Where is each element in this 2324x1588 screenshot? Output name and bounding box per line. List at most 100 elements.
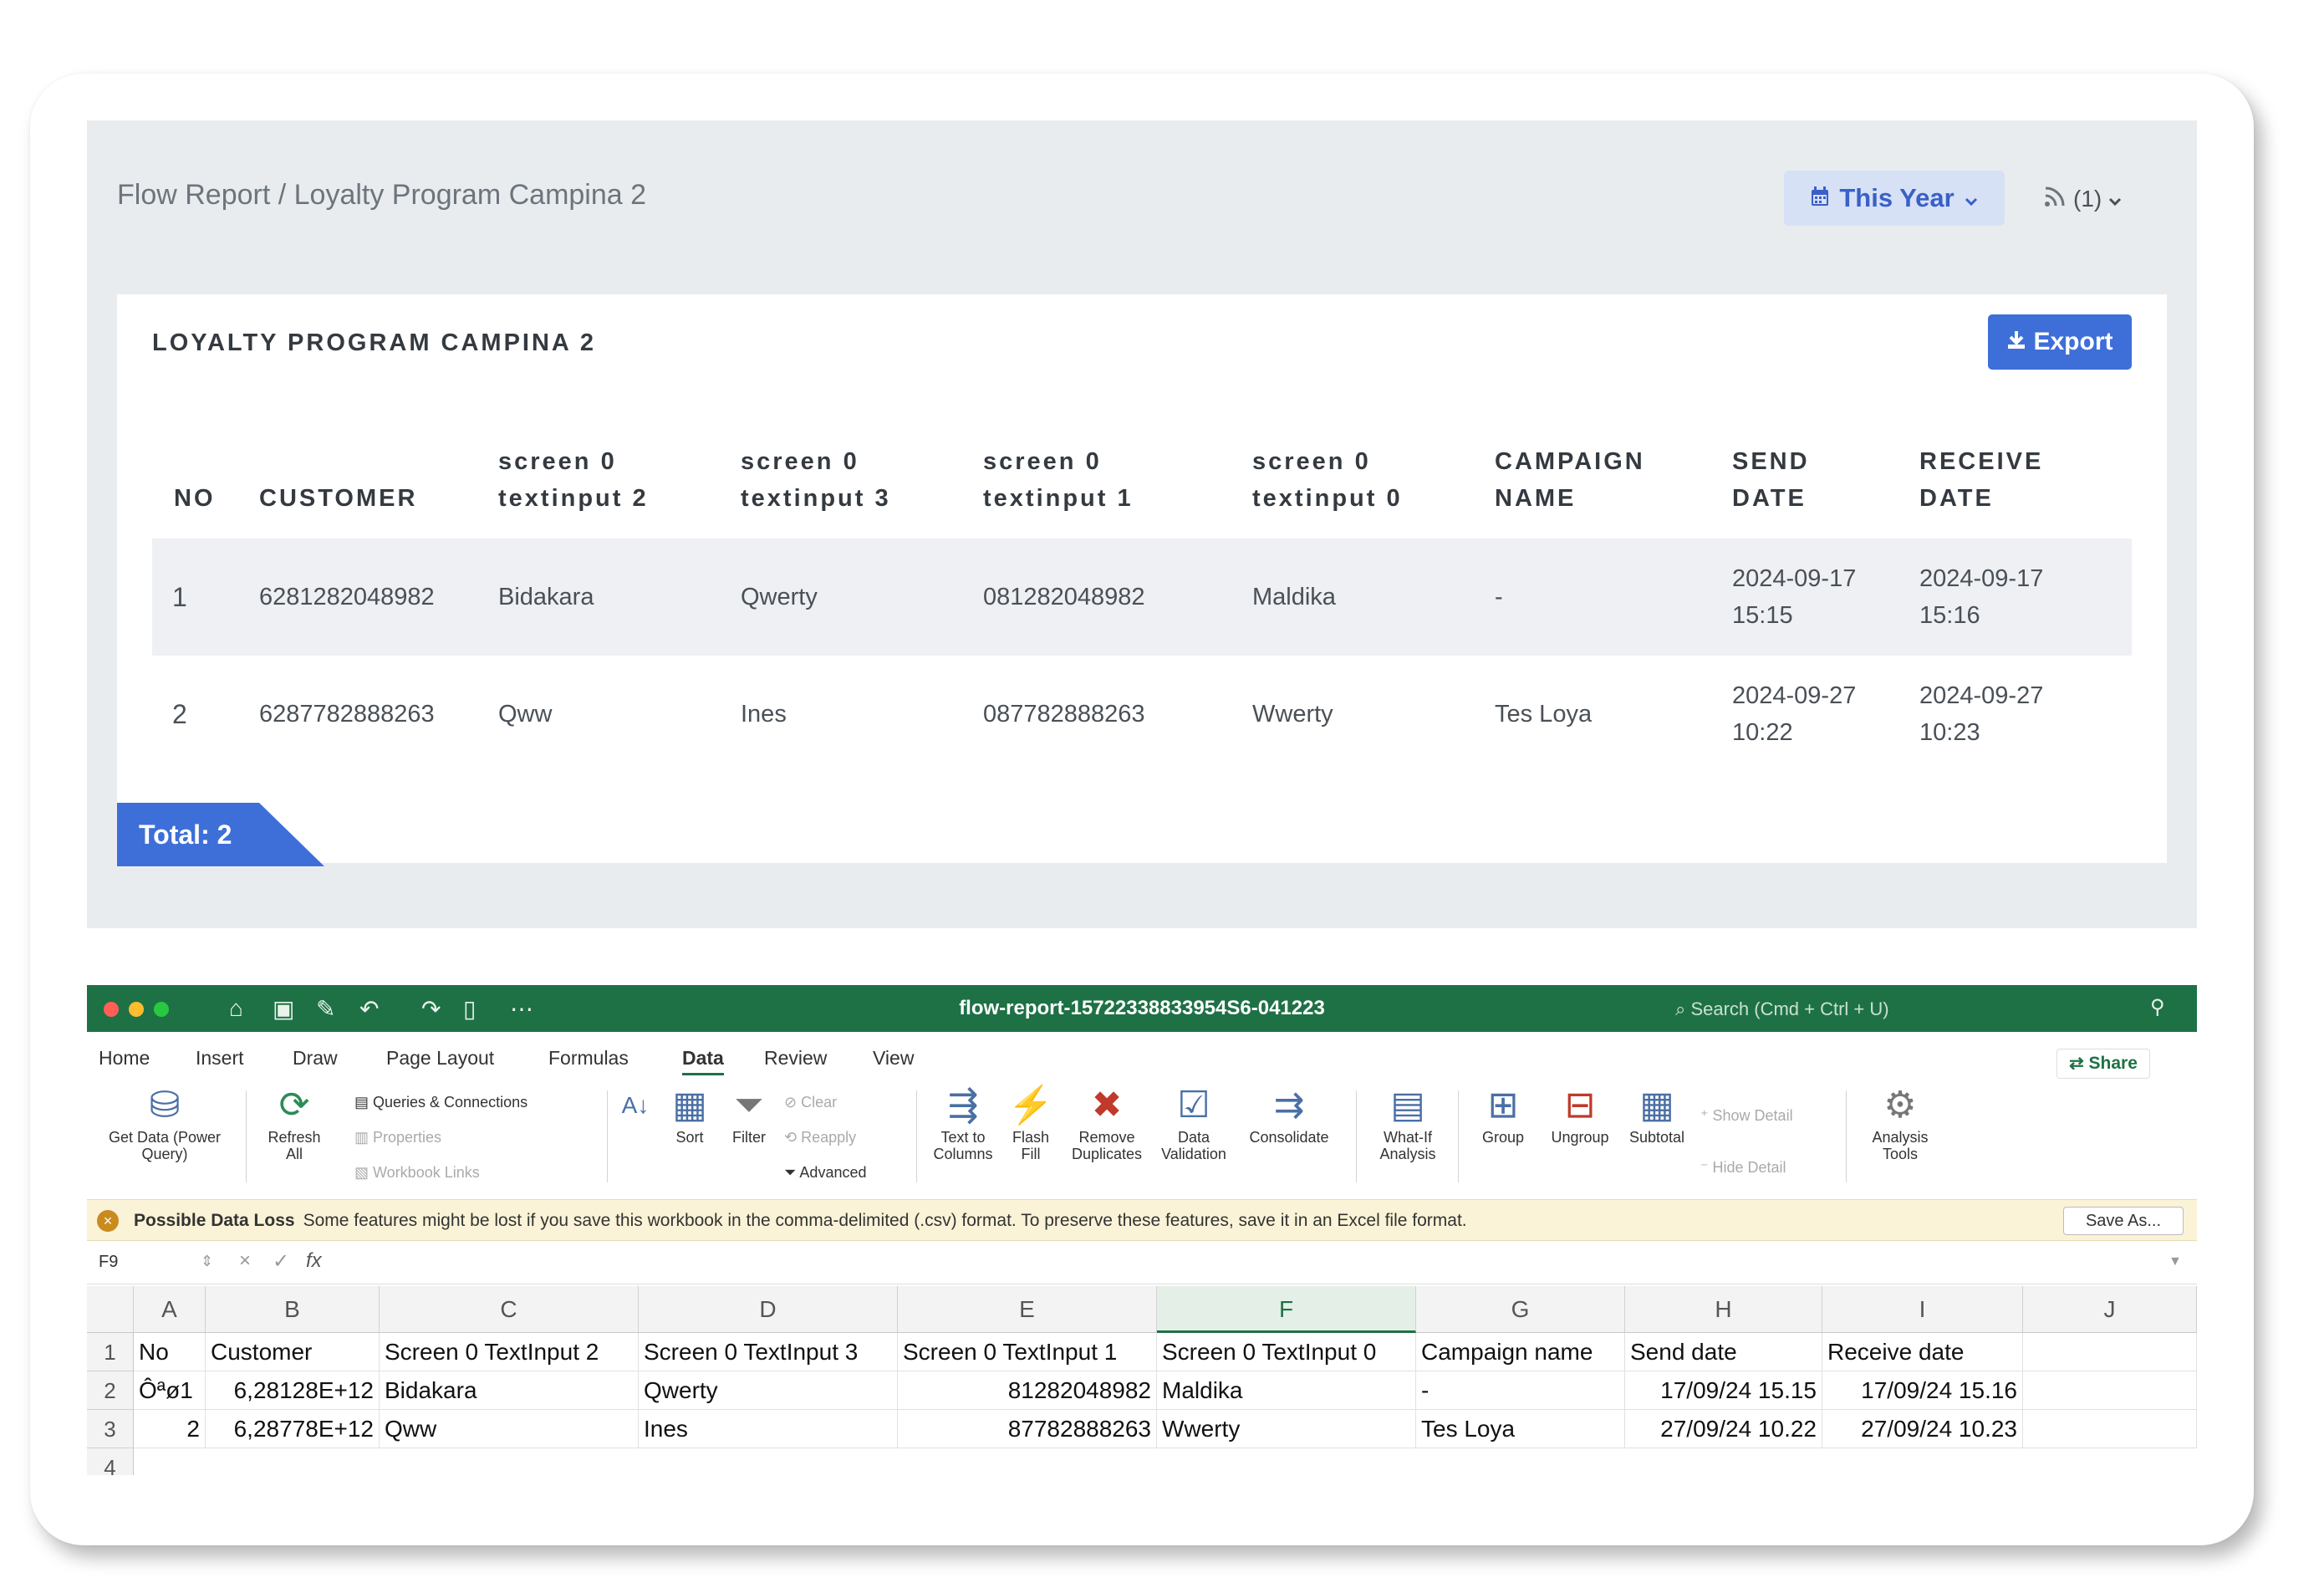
subtotal-button[interactable]: ▦ Subtotal [1623,1082,1690,1146]
column-header[interactable]: H [1625,1286,1822,1333]
queries-connections-button[interactable]: ▤ Queries & Connections [354,1094,527,1111]
cell[interactable]: Ôªø1 [134,1371,206,1410]
row-header[interactable]: 2 [87,1371,134,1410]
cell[interactable]: 17/09/24 15.15 [1625,1371,1822,1410]
cell[interactable]: Tes Loya [1416,1410,1625,1448]
column-header[interactable]: E [898,1286,1157,1333]
show-detail-button[interactable]: ⁺ Show Detail [1700,1107,1793,1125]
cell[interactable]: - [1416,1371,1625,1410]
row-header[interactable]: 1 [87,1333,134,1371]
tab-view[interactable]: View [873,1047,914,1070]
advanced-filter-button[interactable]: ⏷ Advanced [784,1164,866,1182]
clear-icon: ⊘ [784,1094,802,1111]
cell[interactable]: Screen 0 TextInput 1 [898,1333,1157,1371]
name-box-stepper-icon[interactable]: ⇕ [201,1253,213,1270]
row-header[interactable]: 4 [87,1448,134,1475]
flow-report-page: Flow Report / Loyalty Program Campina 2 … [87,120,2197,928]
ungroup-icon: ⊟ [1564,1085,1596,1126]
cell[interactable]: 81282048982 [898,1371,1157,1410]
cell[interactable]: Screen 0 TextInput 2 [380,1333,639,1371]
filter-icon: ⏷ [734,1085,764,1126]
cell[interactable]: 2 [134,1410,206,1448]
reapply-button[interactable]: ⟲ Reapply [784,1129,856,1146]
cell[interactable]: Bidakara [380,1371,639,1410]
textinput-3-cell: Ines [741,701,787,728]
tab-review[interactable]: Review [764,1047,827,1070]
column-header-selected[interactable]: F [1157,1286,1416,1333]
campaign-cell: Tes Loya [1495,701,1593,728]
filter-button[interactable]: ⏷ Filter [722,1082,776,1146]
cell[interactable]: 17/09/24 15.16 [1822,1371,2023,1410]
confirm-icon[interactable]: ✓ [273,1249,289,1274]
group-button[interactable]: ⊞ Group [1470,1082,1537,1146]
cell[interactable]: Send date [1625,1333,1822,1371]
feed-dropdown[interactable]: (1) [2043,176,2122,222]
cell[interactable]: Receive date [1822,1333,2023,1371]
export-button[interactable]: Export [1988,314,2132,370]
consolidate-button[interactable]: ⇉ Consolidate [1241,1082,1338,1146]
cell[interactable]: 27/09/24 10.23 [1822,1410,2023,1448]
what-if-analysis-button[interactable]: ▤ What-If Analysis [1369,1082,1446,1162]
cell[interactable] [2023,1410,2197,1448]
cell[interactable]: Customer [206,1333,380,1371]
cell[interactable]: Ines [639,1410,898,1448]
get-data-button[interactable]: ⛁ Get Data (Power Query) [95,1082,234,1162]
name-box[interactable]: F9 [99,1253,118,1272]
expand-formula-icon[interactable]: ▼ [2169,1254,2182,1269]
cell[interactable]: 27/09/24 10.22 [1625,1410,1822,1448]
column-header[interactable]: I [1822,1286,2023,1333]
flash-fill-button[interactable]: ⚡ Flash Fill [1003,1082,1058,1162]
text-to-columns-button[interactable]: ⇶ Text to Columns [928,1082,998,1162]
table-row: 1 6281282048982 Bidakara Qwerty 08128204… [152,539,2132,656]
analysis-tools-button[interactable]: ⚙ Analysis Tools [1861,1082,1939,1162]
cell[interactable]: No [134,1333,206,1371]
header-customer: CUSTOMER [259,485,418,512]
share-button[interactable]: ⇄ Share [2056,1049,2150,1079]
period-filter-button[interactable]: This Year [1784,171,2005,226]
cell[interactable]: 87782888263 [898,1410,1157,1448]
tab-page-layout[interactable]: Page Layout [386,1047,494,1070]
cell[interactable]: Screen 0 TextInput 3 [639,1333,898,1371]
cell[interactable] [2023,1333,2197,1371]
cell[interactable] [2023,1371,2197,1410]
tab-draw[interactable]: Draw [293,1047,338,1070]
account-icon[interactable]: ⚲ [2150,995,2165,1019]
workbook-links-button[interactable]: ▧ Workbook Links [354,1164,480,1182]
function-icon[interactable]: fx [306,1249,322,1273]
data-validation-button[interactable]: ☑ Data Validation [1155,1082,1232,1162]
spreadsheet-grid[interactable]: A B C D E F G H I J 1 2 3 4 No Customer … [87,1286,2197,1475]
column-header[interactable]: B [206,1286,380,1333]
sort-az-button[interactable]: A↓ [619,1082,652,1129]
cell[interactable]: Screen 0 TextInput 0 [1157,1333,1416,1371]
column-header[interactable]: J [2023,1286,2197,1333]
sort-button[interactable]: ▦ Sort [660,1082,719,1146]
hide-detail-button[interactable]: ⁻ Hide Detail [1700,1159,1786,1177]
cell[interactable]: Maldika [1157,1371,1416,1410]
cell[interactable]: Qww [380,1410,639,1448]
tab-home[interactable]: Home [99,1047,150,1070]
row-header[interactable]: 3 [87,1410,134,1448]
cell[interactable]: 6,28128E+12 [206,1371,380,1410]
column-header[interactable]: D [639,1286,898,1333]
breadcrumb: Flow Report / Loyalty Program Campina 2 [117,179,647,211]
cell[interactable]: Wwerty [1157,1410,1416,1448]
tab-formulas[interactable]: Formulas [548,1047,629,1070]
cell[interactable]: Qwerty [639,1371,898,1410]
tab-data[interactable]: Data [682,1047,724,1075]
ungroup-button[interactable]: ⊟ Ungroup [1542,1082,1618,1146]
cell[interactable]: Campaign name [1416,1333,1625,1371]
textinput-3-cell: Qwerty [741,584,818,610]
save-as-button[interactable]: Save As... [2063,1207,2184,1235]
properties-button[interactable]: ▥ Properties [354,1129,441,1146]
column-header[interactable]: C [380,1286,639,1333]
refresh-all-button[interactable]: ⟳ Refresh All [259,1082,329,1162]
clear-filter-button[interactable]: ⊘ Clear [784,1094,837,1111]
tab-insert[interactable]: Insert [196,1047,244,1070]
remove-duplicates-button[interactable]: ✖ Remove Duplicates [1065,1082,1149,1162]
column-header[interactable]: A [134,1286,206,1333]
cancel-icon[interactable]: × [239,1249,251,1273]
cell[interactable]: 6,28778E+12 [206,1410,380,1448]
column-header[interactable]: G [1416,1286,1625,1333]
search-box[interactable]: ⌕ Search (Cmd + Ctrl + U) [1675,998,1889,1020]
select-all-corner[interactable] [87,1286,134,1333]
